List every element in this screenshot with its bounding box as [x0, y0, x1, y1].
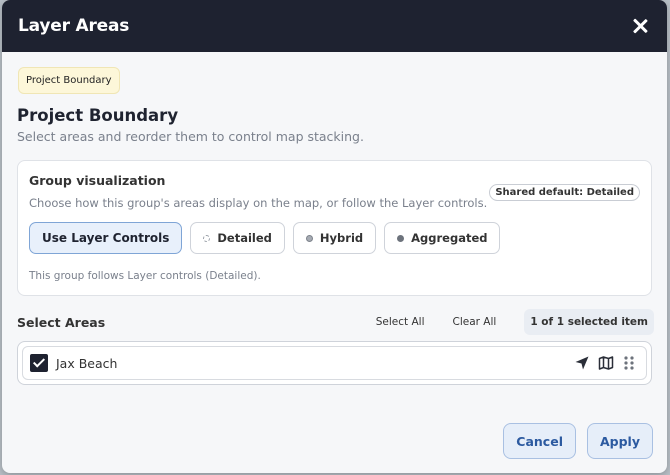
group-note: This group follows Layer controls (Detai… [29, 270, 261, 282]
navigate-arrow-icon[interactable] [574, 355, 590, 371]
clear-all-button[interactable]: Clear All [453, 316, 497, 328]
aggregated-icon [397, 234, 405, 242]
area-label: Jax Beach [56, 355, 118, 371]
aggregated-button[interactable]: Aggregated [384, 222, 501, 254]
use-layer-controls-button[interactable]: Use Layer Controls [29, 222, 183, 254]
dialog-footer: Cancel Apply [503, 423, 653, 459]
dialog-header: Layer Areas [2, 0, 667, 52]
dialog-title: Layer Areas [18, 16, 130, 36]
cancel-button[interactable]: Cancel [503, 423, 576, 459]
group-chip: Project Boundary [18, 67, 120, 94]
page-subtitle: Select areas and reorder them to control… [17, 129, 364, 144]
page-title: Project Boundary [17, 106, 179, 125]
dialog-body: Project Boundary Project Boundary Select… [2, 52, 667, 385]
close-icon[interactable] [629, 15, 651, 37]
option-label: Use Layer Controls [42, 231, 170, 245]
shared-default-badge: Shared default: Detailed [489, 184, 640, 201]
option-label: Aggregated [411, 231, 488, 245]
apply-button[interactable]: Apply [586, 423, 653, 459]
select-all-button[interactable]: Select All [376, 316, 425, 328]
option-label: Hybrid [319, 231, 364, 245]
drag-handle-icon[interactable] [622, 355, 636, 371]
area-checkbox[interactable] [30, 354, 48, 372]
list-item[interactable]: Jax Beach [22, 346, 647, 380]
areas-list: Jax Beach [17, 341, 652, 385]
hybrid-button[interactable]: Hybrid [292, 222, 377, 254]
group-visualization-card: Group visualization Choose how this grou… [17, 160, 652, 296]
layer-areas-dialog: Layer Areas Project Boundary Project Bou… [2, 0, 667, 473]
detailed-icon [203, 234, 211, 242]
option-label: Detailed [217, 231, 272, 245]
visualization-options: Use Layer Controls Detailed Hybrid Aggre… [29, 222, 640, 254]
select-areas-title: Select Areas [17, 314, 106, 330]
hybrid-icon [305, 234, 313, 242]
map-icon[interactable] [598, 355, 614, 371]
selection-count-badge: 1 of 1 selected item [524, 309, 654, 335]
detailed-button[interactable]: Detailed [190, 222, 285, 254]
select-areas-header: Select Areas Select All Clear All 1 of 1… [17, 309, 654, 335]
